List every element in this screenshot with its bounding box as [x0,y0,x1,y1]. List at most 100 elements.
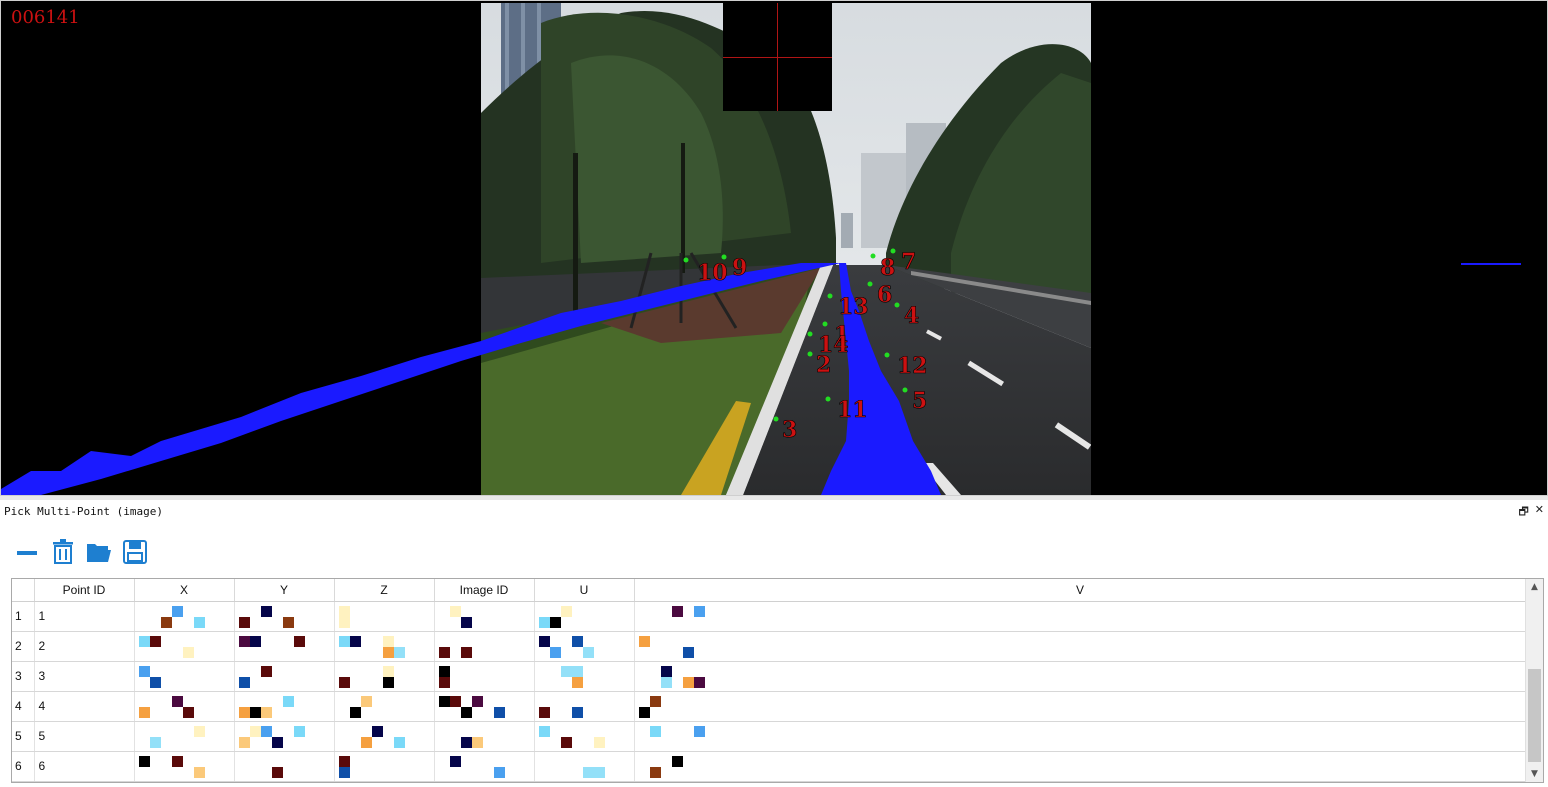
redacted-pixel [671,755,683,767]
redacted-pixel [260,665,272,677]
point-label: 5 [912,388,927,414]
annotation-point-11[interactable]: 11 [825,396,868,424]
point-marker [884,352,890,358]
column-header-v[interactable]: V [634,579,1527,602]
scroll-up-icon[interactable]: ▲ [1526,579,1543,595]
cell-image-id-masked[interactable] [434,751,535,782]
scrollbar-thumb[interactable] [1528,669,1541,762]
cell-image-id-masked[interactable] [434,661,535,692]
cell-x-masked[interactable] [134,601,235,632]
cell-x-masked[interactable] [134,721,235,752]
redacted-pixel [282,695,294,707]
remove-point-button[interactable] [14,538,40,566]
cell-u-masked[interactable] [534,661,635,692]
redacted-pixel [382,635,394,647]
table-row[interactable]: 66 [12,751,1527,782]
cell-point-id[interactable]: 5 [34,721,135,752]
cell-v-masked[interactable] [634,661,1527,692]
redacted-pixel [338,605,350,617]
cell-z-masked[interactable] [334,721,435,752]
crosshair-vertical [777,3,778,111]
cell-point-id[interactable]: 6 [34,751,135,782]
cell-y-masked[interactable] [234,751,335,782]
redacted-pixel [571,676,583,688]
cell-v-masked[interactable] [634,631,1527,662]
cell-u-masked[interactable] [534,691,635,722]
cell-u-masked[interactable] [534,601,635,632]
redacted-pixel [438,646,450,658]
redacted-pixel [338,755,350,767]
cell-v-masked[interactable] [634,751,1527,782]
annotation-point-13[interactable]: 13 [827,293,869,321]
redacted-pixel [693,605,705,617]
table-vertical-scrollbar[interactable]: ▲ ▼ [1525,579,1543,782]
redacted-pixel [338,676,350,688]
annotation-point-6[interactable]: 6 [867,281,893,309]
cell-v-masked[interactable] [634,601,1527,632]
table-row[interactable]: 11 [12,601,1527,632]
cell-y-masked[interactable] [234,691,335,722]
close-icon[interactable]: ✕ [1535,503,1544,522]
table-row[interactable]: 44 [12,691,1527,722]
cell-y-masked[interactable] [234,721,335,752]
table-row[interactable]: 33 [12,661,1527,692]
cell-image-id-masked[interactable] [434,631,535,662]
annotation-point-8[interactable]: 8 [870,253,896,282]
cell-image-id-masked[interactable] [434,691,535,722]
redacted-pixel [393,646,405,658]
cell-x-masked[interactable] [134,661,235,692]
cell-x-masked[interactable] [134,691,235,722]
point-marker [807,331,813,337]
cell-x-masked[interactable] [134,631,235,662]
trajectory-left [1,263,841,495]
annotation-point-10[interactable]: 10 [683,257,728,287]
redacted-pixel [649,695,661,707]
cell-image-id-masked[interactable] [434,601,535,632]
cell-point-id[interactable]: 1 [34,601,135,632]
scroll-down-icon[interactable]: ▼ [1526,766,1543,782]
open-file-button[interactable] [86,538,112,566]
annotation-point-4[interactable]: 4 [894,302,920,330]
cell-z-masked[interactable] [334,751,435,782]
cell-v-masked[interactable] [634,691,1527,722]
save-button[interactable] [122,538,148,566]
cell-point-id[interactable]: 2 [34,631,135,662]
redacted-pixel [571,706,583,718]
annotation-point-12[interactable]: 12 [884,352,928,380]
column-header-y[interactable]: Y [234,579,335,602]
column-header-x[interactable]: X [134,579,235,602]
cell-y-masked[interactable] [234,631,335,662]
cell-y-masked[interactable] [234,661,335,692]
folder-open-icon [87,544,111,562]
cell-v-masked[interactable] [634,721,1527,752]
cell-z-masked[interactable] [334,601,435,632]
point-cloud-viewer[interactable]: 10 9 8 7 6 13 4 1 14 2 12 5 11 3 006141 [0,0,1548,496]
restore-icon[interactable]: 🗗 [1518,503,1528,522]
cell-x-masked[interactable] [134,751,235,782]
cell-y-masked[interactable] [234,601,335,632]
redacted-pixel [638,706,650,718]
column-header-u[interactable]: U [534,579,635,602]
column-header-z[interactable]: Z [334,579,435,602]
column-header-image-id[interactable]: Image ID [434,579,535,602]
cell-point-id[interactable]: 3 [34,661,135,692]
cell-z-masked[interactable] [334,631,435,662]
points-table[interactable]: Point ID X Y Z Image ID U V 112233445566… [11,578,1544,783]
cell-u-masked[interactable] [534,721,635,752]
cell-point-id[interactable]: 4 [34,691,135,722]
cell-u-masked[interactable] [534,751,635,782]
row-number-header[interactable] [12,579,35,602]
annotation-point-2[interactable]: 2 [807,351,832,379]
annotation-point-3[interactable]: 3 [773,416,798,444]
table-row[interactable]: 55 [12,721,1527,752]
cell-u-masked[interactable] [534,631,635,662]
redacted-pixel [238,676,250,688]
cell-z-masked[interactable] [334,691,435,722]
annotation-point-5[interactable]: 5 [902,387,928,415]
cell-image-id-masked[interactable] [434,721,535,752]
delete-all-button[interactable] [50,538,76,566]
redacted-pixel [438,665,450,677]
cell-z-masked[interactable] [334,661,435,692]
column-header-point-id[interactable]: Point ID [34,579,135,602]
table-row[interactable]: 22 [12,631,1527,662]
